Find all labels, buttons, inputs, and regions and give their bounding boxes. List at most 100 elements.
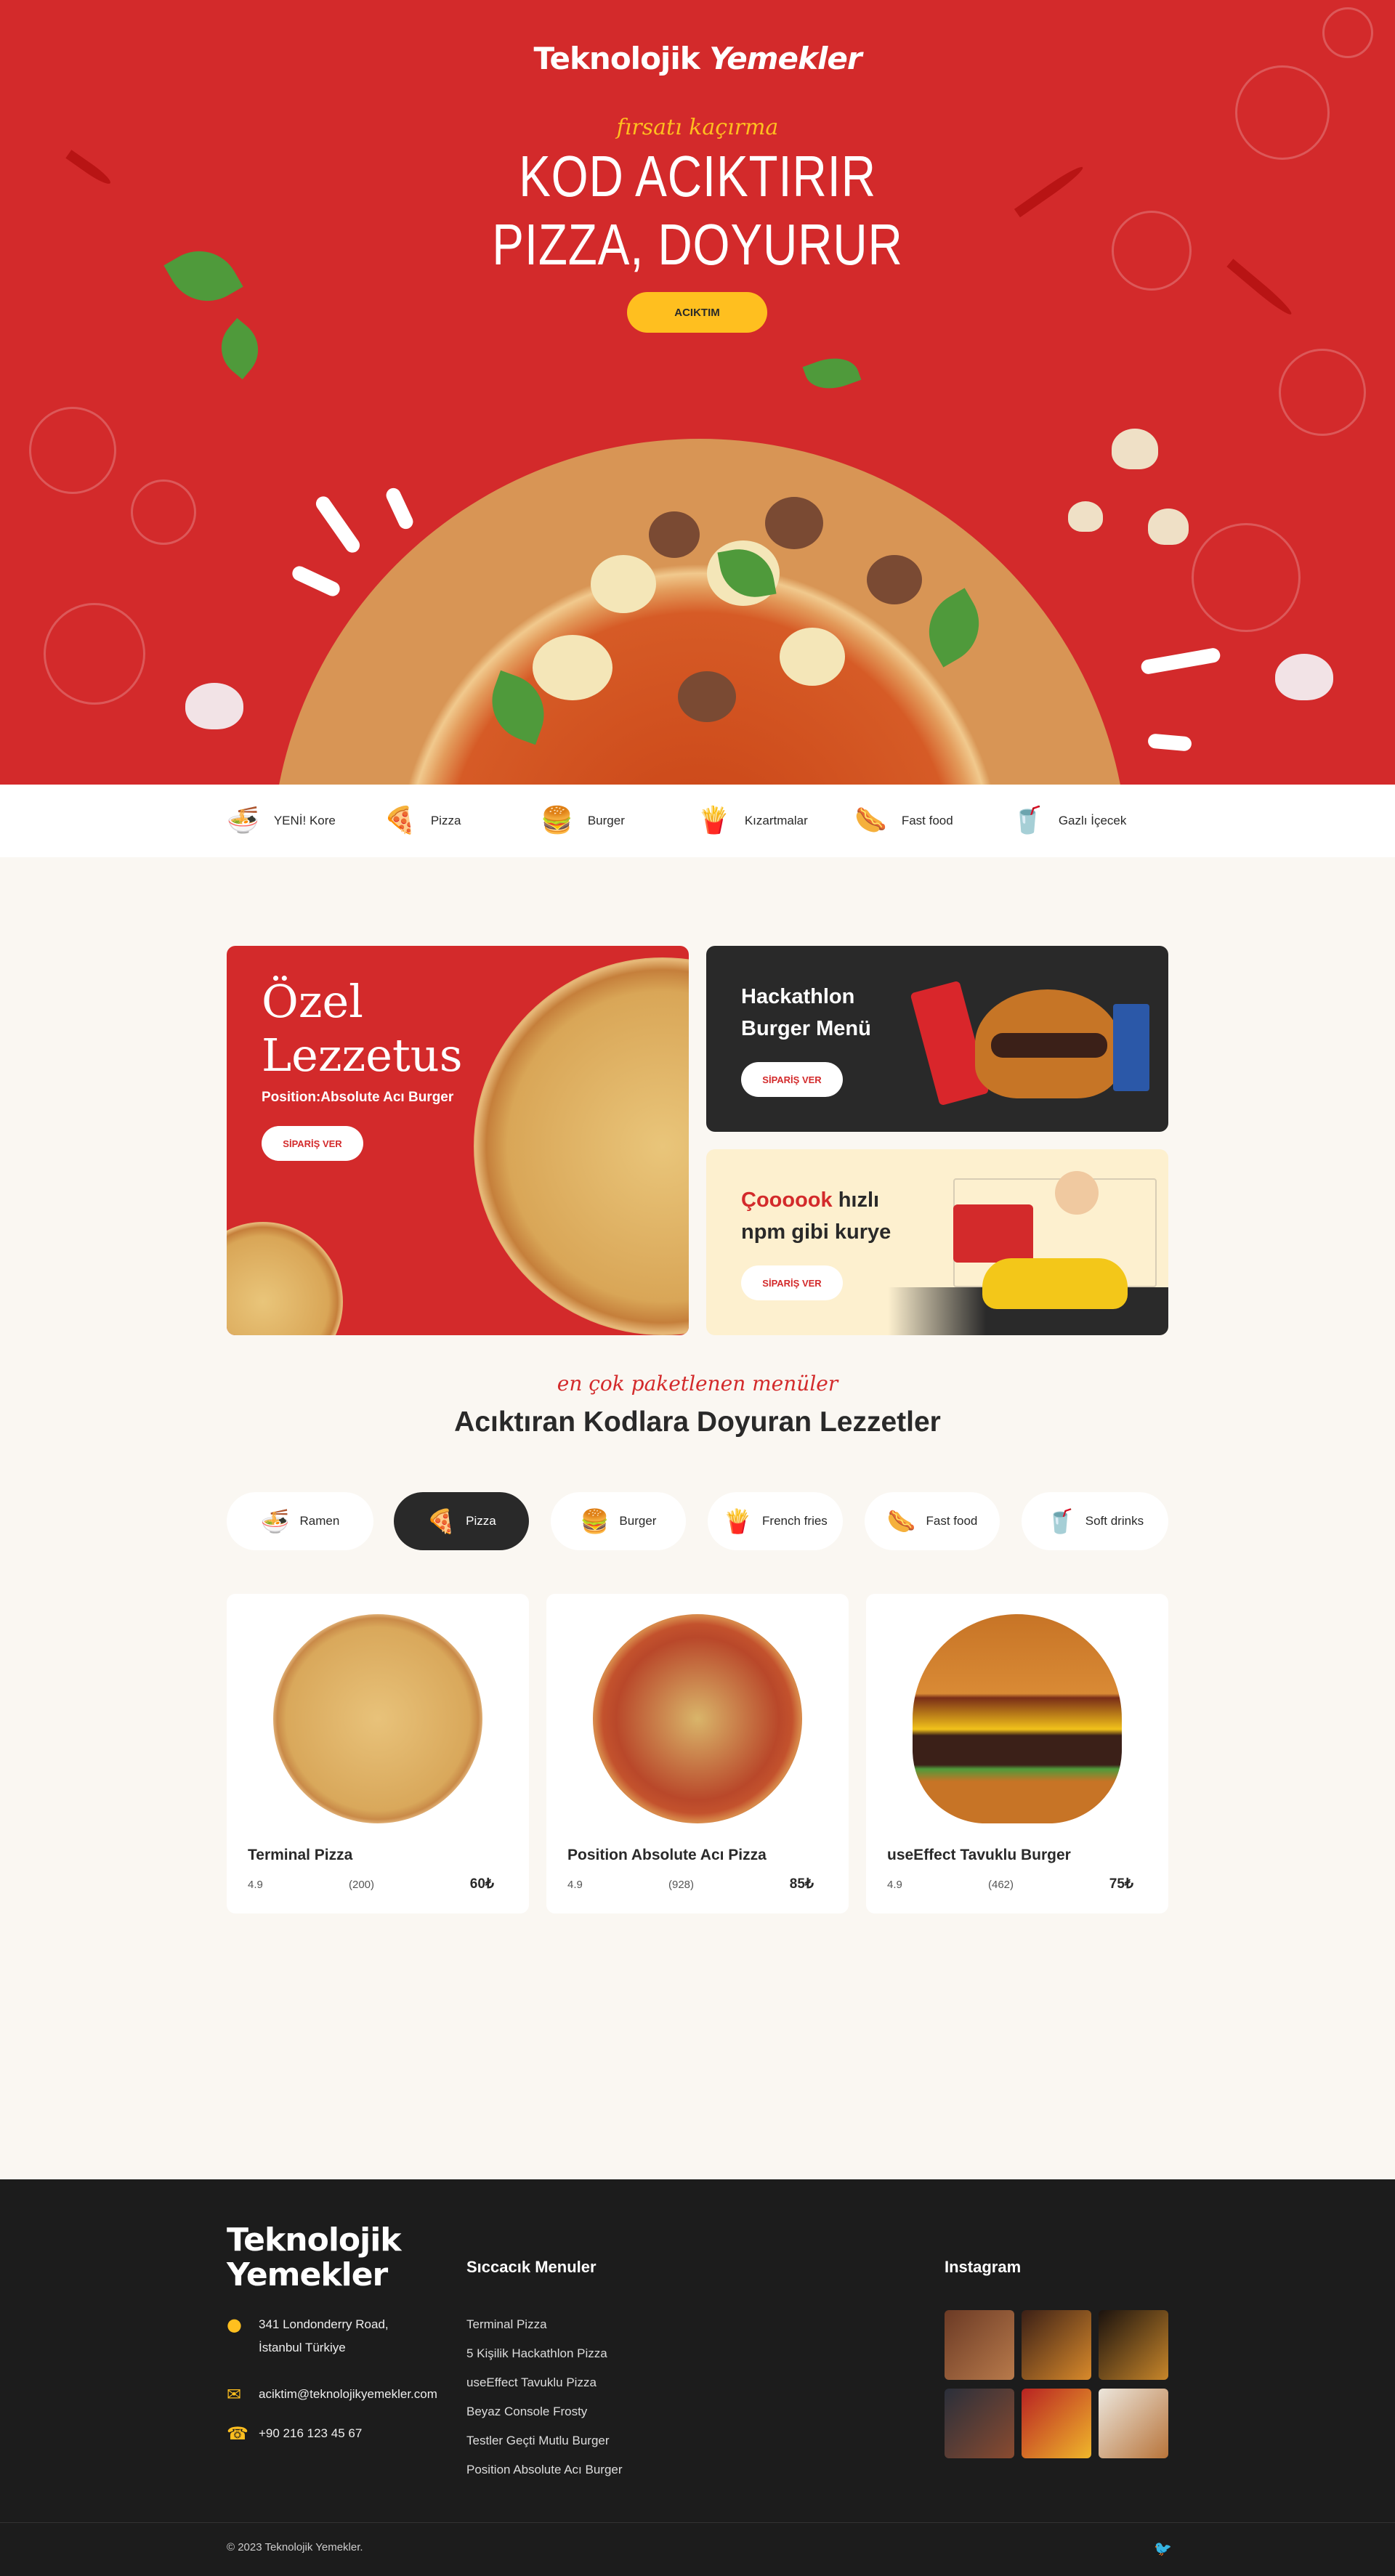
cheese-topping xyxy=(533,635,612,700)
product-price: 85₺ xyxy=(789,1876,814,1892)
basil-topping xyxy=(914,588,994,668)
phone-text: +90 216 123 45 67 xyxy=(259,2426,363,2440)
address-line2: İstanbul Türkiye xyxy=(259,2341,346,2354)
drink-icon: 🥤 xyxy=(1046,1507,1075,1535)
fastfood-icon: 🌭 xyxy=(886,1507,916,1535)
footer-logo-line1: Teknolojik xyxy=(227,2221,402,2259)
category-item[interactable]: 🌭 Fast food xyxy=(854,808,1011,834)
product-review-count: (928) xyxy=(668,1879,695,1891)
instagram-photo[interactable] xyxy=(1099,2310,1168,2380)
product-name: Position Absolute Acı Pizza xyxy=(567,1847,767,1863)
tab-french-fries[interactable]: 🍟 French fries xyxy=(708,1492,843,1550)
category-label: YENİ! Kore xyxy=(273,814,336,827)
garlic-decoration xyxy=(185,683,243,729)
cheese-topping xyxy=(591,555,656,613)
ramen-icon: 🍜 xyxy=(260,1507,290,1535)
chili-pepper-decoration xyxy=(65,150,113,187)
pizza-icon: 🍕 xyxy=(426,1507,456,1535)
mushroom-topping xyxy=(678,671,736,722)
product-image xyxy=(913,1614,1122,1823)
promo-card-courier[interactable]: Çoooook hızlı npm gibi kurye SİPARİŞ VER xyxy=(706,1149,1168,1335)
footer-logo-line2: Yemekler xyxy=(227,2256,388,2293)
product-card[interactable]: useEffect Tavuklu Burger 4.9 (462) 75₺ xyxy=(866,1594,1168,1913)
tab-soft-drinks[interactable]: 🥤 Soft drinks xyxy=(1022,1492,1168,1550)
footer-menu-link[interactable]: Beyaz Console Frosty xyxy=(466,2397,623,2426)
product-card[interactable]: Position Absolute Acı Pizza 4.9 (928) 85… xyxy=(546,1594,849,1913)
twitter-icon[interactable]: 🐦 xyxy=(1154,2540,1172,2557)
site-logo[interactable]: Teknolojik Yemekler xyxy=(0,41,1395,76)
promo-pizza-image xyxy=(474,957,689,1335)
promo-hackathlon-order-button[interactable]: SİPARİŞ VER xyxy=(741,1062,843,1097)
promo-hackathlon-title-line2: Burger Menü xyxy=(741,1017,871,1040)
category-label: Kızartmalar xyxy=(744,814,808,827)
hero-title-line2: PIZZA, DOYURUR xyxy=(492,212,903,277)
burger-icon: 🍔 xyxy=(580,1507,610,1535)
mushroom-topping xyxy=(867,555,922,604)
tab-burger[interactable]: 🍔 Burger xyxy=(551,1492,686,1550)
popular-menu-section: en çok paketlenen menüler Acıktıran Kodl… xyxy=(0,1337,1395,2179)
footer-menu-link[interactable]: Position Absolute Acı Burger xyxy=(466,2455,623,2484)
promo-section: Özel Lezzetus Position:Absolute Acı Burg… xyxy=(0,857,1395,1337)
ramen-icon: 🍜 xyxy=(227,806,259,835)
footer-menu-link[interactable]: Terminal Pizza xyxy=(466,2310,623,2339)
footer-divider xyxy=(0,2522,1395,2523)
footer-menu-link[interactable]: useEffect Tavuklu Pizza xyxy=(466,2368,623,2397)
logo-part1: Teknolojik xyxy=(533,41,700,76)
promo-courier-title-line2: npm gibi kurye xyxy=(741,1220,891,1244)
hero-tagline: fırsatı kaçırma xyxy=(616,115,779,140)
instagram-photo[interactable] xyxy=(945,2310,1014,2380)
burger-patty xyxy=(991,1033,1107,1058)
tab-label: French fries xyxy=(762,1514,828,1528)
category-item[interactable]: 🍜 YENİ! Kore xyxy=(227,808,384,834)
phone-icon: ☎ xyxy=(227,2423,248,2444)
tab-ramen[interactable]: 🍜 Ramen xyxy=(227,1492,373,1550)
product-image xyxy=(593,1614,802,1823)
copyright-text: © 2023 Teknolojik Yemekler. xyxy=(227,2541,363,2553)
courier-image xyxy=(1055,1171,1099,1215)
tab-pizza[interactable]: 🍕 Pizza xyxy=(394,1492,529,1550)
hero-section: Teknolojik Yemekler fırsatı kaçırma KOD … xyxy=(0,0,1395,785)
drink-cup-image xyxy=(1113,1004,1149,1091)
instagram-photo[interactable] xyxy=(1022,2389,1091,2458)
menu-tagline: en çok paketlenen menüler xyxy=(557,1372,838,1396)
promo-special-order-button[interactable]: SİPARİŞ VER xyxy=(262,1126,363,1161)
product-rating: 4.9 xyxy=(567,1879,583,1891)
fries-icon: 🍟 xyxy=(698,806,730,835)
product-card[interactable]: Terminal Pizza 4.9 (200) 60₺ xyxy=(227,1594,529,1913)
instagram-heading: Instagram xyxy=(945,2258,1022,2276)
footer-menu-link[interactable]: 5 Kişilik Hackathlon Pizza xyxy=(466,2339,623,2368)
footer-logo[interactable]: Teknolojik Yemekler xyxy=(227,2221,402,2293)
product-review-count: (462) xyxy=(988,1879,1014,1891)
category-item[interactable]: 🍔 Burger xyxy=(541,808,698,834)
cheese-topping xyxy=(780,628,845,686)
hero-title: KOD ACIKTIRIR PIZZA, DOYURUR xyxy=(126,142,1269,279)
promo-special-title: Özel Lezzetus xyxy=(262,975,463,1082)
fries-icon: 🍟 xyxy=(723,1507,753,1535)
footer-menu-link[interactable]: Testler Geçti Mutlu Burger xyxy=(466,2426,623,2455)
promo-card-hackathlon[interactable]: Hackathlon Burger Menü SİPARİŞ VER xyxy=(706,946,1168,1132)
instagram-photo[interactable] xyxy=(1022,2310,1091,2380)
promo-card-special[interactable]: Özel Lezzetus Position:Absolute Acı Burg… xyxy=(227,946,689,1335)
category-item[interactable]: 🥤 Gazlı İçecek xyxy=(1011,808,1168,834)
promo-courier-accent: Çoooook xyxy=(741,1188,833,1212)
promo-special-subtitle: Position:Absolute Acı Burger xyxy=(262,1090,454,1105)
footer-email[interactable]: ✉ aciktim@teknolojikyemekler.com xyxy=(227,2383,437,2406)
category-item[interactable]: 🍟 Kızartmalar xyxy=(698,808,854,834)
motion-stroke-decoration xyxy=(1140,647,1221,676)
promo-hackathlon-title-line1: Hackathlon xyxy=(741,985,855,1008)
instagram-photo[interactable] xyxy=(1099,2389,1168,2458)
location-pin-icon: ● xyxy=(227,2314,242,2335)
hero-cta-button[interactable]: ACIKTIM xyxy=(627,292,767,333)
promo-courier-title-rest: hızlı xyxy=(832,1188,880,1212)
doodle-decoration xyxy=(131,479,196,545)
hero-title-line1: KOD ACIKTIRIR xyxy=(519,144,876,208)
category-bar: 🍜 YENİ! Kore 🍕 Pizza 🍔 Burger 🍟 Kızartmalar 🌭 Fas… xyxy=(0,785,1395,857)
product-price: 60₺ xyxy=(469,1876,494,1892)
promo-courier-order-button[interactable]: SİPARİŞ VER xyxy=(741,1265,843,1300)
mushroom-decoration xyxy=(1148,509,1189,545)
footer-phone[interactable]: ☎ +90 216 123 45 67 xyxy=(227,2422,362,2445)
instagram-photo[interactable] xyxy=(945,2389,1014,2458)
category-item[interactable]: 🍕 Pizza xyxy=(384,808,541,834)
motion-stroke-decoration xyxy=(312,493,363,556)
tab-fast-food[interactable]: 🌭 Fast food xyxy=(865,1492,1000,1550)
